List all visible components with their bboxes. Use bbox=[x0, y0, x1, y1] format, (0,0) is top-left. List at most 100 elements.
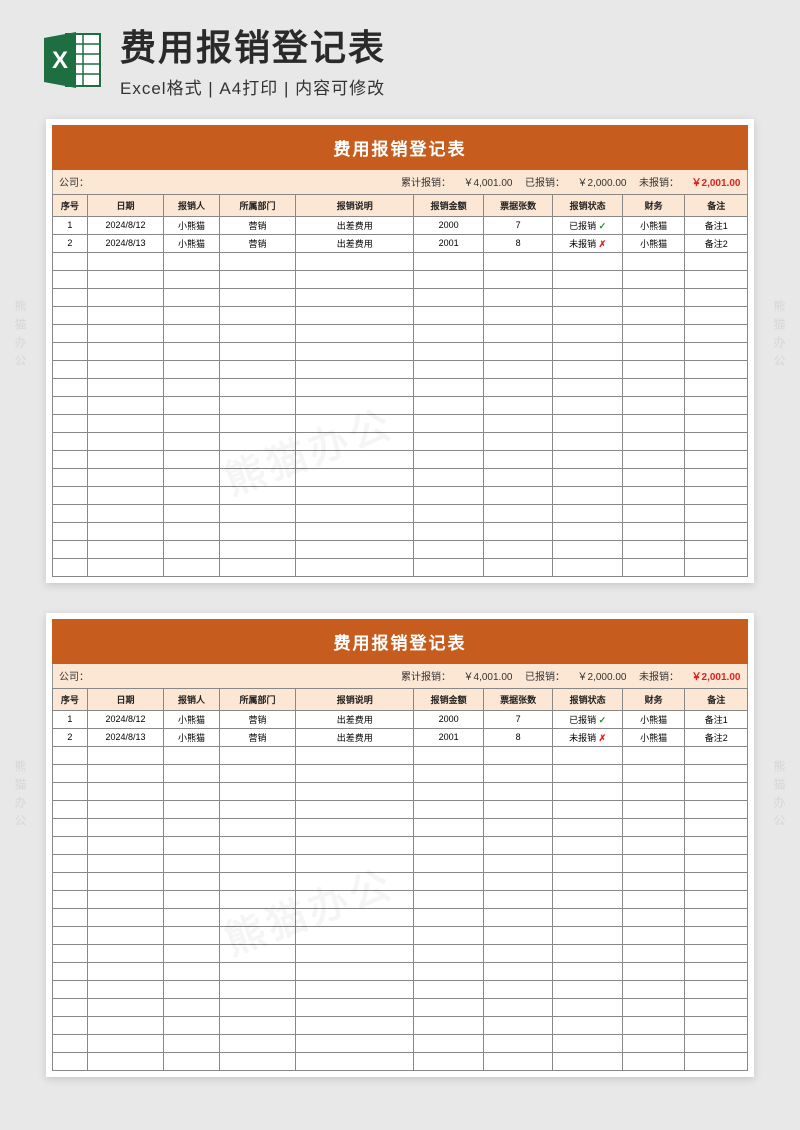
table-cell: 小熊猫 bbox=[164, 728, 220, 746]
table-cell bbox=[685, 342, 748, 360]
table-cell bbox=[164, 944, 220, 962]
table-cell bbox=[296, 324, 414, 342]
table-cell bbox=[685, 486, 748, 504]
table-cell bbox=[622, 378, 685, 396]
total-value: ￥4,001.00 bbox=[457, 174, 519, 189]
table-cell bbox=[553, 764, 623, 782]
table-cell bbox=[553, 468, 623, 486]
table-row bbox=[53, 962, 748, 980]
table-cell bbox=[87, 432, 163, 450]
table-cell bbox=[483, 306, 553, 324]
table-cell bbox=[553, 872, 623, 890]
table-cell bbox=[164, 342, 220, 360]
table-cell bbox=[219, 342, 295, 360]
table-cell bbox=[164, 836, 220, 854]
table-cell bbox=[553, 324, 623, 342]
column-header: 报销说明 bbox=[296, 194, 414, 216]
column-header: 票据张数 bbox=[483, 194, 553, 216]
table-cell bbox=[483, 980, 553, 998]
table-cell bbox=[87, 450, 163, 468]
table-cell bbox=[414, 252, 484, 270]
table-cell bbox=[483, 432, 553, 450]
table-cell bbox=[553, 1052, 623, 1070]
table-cell: 小熊猫 bbox=[622, 710, 685, 728]
table-cell: 小熊猫 bbox=[622, 728, 685, 746]
side-watermark: 熊猫办公 bbox=[12, 300, 29, 372]
table-cell bbox=[164, 378, 220, 396]
table-cell bbox=[87, 414, 163, 432]
table-cell: 备注2 bbox=[685, 728, 748, 746]
table-cell bbox=[622, 908, 685, 926]
column-header: 备注 bbox=[685, 688, 748, 710]
table-row bbox=[53, 908, 748, 926]
table-cell bbox=[296, 486, 414, 504]
table-cell: 小熊猫 bbox=[622, 216, 685, 234]
table-cell bbox=[622, 836, 685, 854]
table-cell bbox=[414, 468, 484, 486]
table-cell bbox=[53, 764, 88, 782]
table-cell: 出差费用 bbox=[296, 710, 414, 728]
table-row bbox=[53, 306, 748, 324]
table-cell bbox=[622, 468, 685, 486]
table-cell bbox=[53, 522, 88, 540]
table-cell bbox=[685, 522, 748, 540]
table-cell bbox=[53, 998, 88, 1016]
table-cell bbox=[622, 306, 685, 324]
table-cell bbox=[553, 486, 623, 504]
table-cell bbox=[53, 378, 88, 396]
table-cell bbox=[53, 818, 88, 836]
table-cell bbox=[483, 926, 553, 944]
table-cell bbox=[553, 998, 623, 1016]
table-row bbox=[53, 944, 748, 962]
table-cell bbox=[414, 396, 484, 414]
table-row: 12024/8/12小熊猫营销出差费用20007已报销小熊猫备注1 bbox=[53, 710, 748, 728]
table-row bbox=[53, 288, 748, 306]
table-cell: 8 bbox=[483, 728, 553, 746]
total-label: 累计报销： bbox=[395, 174, 457, 189]
table-cell bbox=[296, 944, 414, 962]
table-cell bbox=[87, 890, 163, 908]
table-cell bbox=[685, 872, 748, 890]
column-header: 财务 bbox=[622, 688, 685, 710]
table-cell bbox=[483, 270, 553, 288]
table-cell bbox=[53, 414, 88, 432]
table-cell bbox=[622, 746, 685, 764]
table-row bbox=[53, 414, 748, 432]
table-cell bbox=[685, 764, 748, 782]
table-cell: 8 bbox=[483, 234, 553, 252]
page-header: X 费用报销登记表 Excel格式 | A4打印 | 内容可修改 bbox=[0, 0, 800, 119]
table-cell bbox=[685, 252, 748, 270]
table-cell bbox=[219, 486, 295, 504]
table-cell bbox=[414, 1034, 484, 1052]
table-cell bbox=[483, 540, 553, 558]
table-cell bbox=[483, 504, 553, 522]
table-cell bbox=[219, 872, 295, 890]
table-cell bbox=[685, 908, 748, 926]
table-cell bbox=[414, 378, 484, 396]
table-cell bbox=[87, 782, 163, 800]
table-cell bbox=[685, 944, 748, 962]
table-cell bbox=[483, 800, 553, 818]
table-cell bbox=[622, 962, 685, 980]
table-cell bbox=[164, 270, 220, 288]
table-cell: 营销 bbox=[219, 710, 295, 728]
table-cell bbox=[53, 252, 88, 270]
table-cell bbox=[553, 944, 623, 962]
table-cell bbox=[219, 252, 295, 270]
table-cell bbox=[414, 800, 484, 818]
expense-sheet: 费用报销登记表公司：累计报销：￥4,001.00已报销：￥2,000.00未报销… bbox=[46, 119, 754, 583]
table-cell bbox=[553, 908, 623, 926]
table-cell bbox=[219, 818, 295, 836]
column-header: 报销状态 bbox=[553, 194, 623, 216]
table-cell bbox=[622, 270, 685, 288]
table-cell bbox=[219, 450, 295, 468]
table-cell bbox=[164, 306, 220, 324]
table-cell: 出差费用 bbox=[296, 728, 414, 746]
table-cell bbox=[164, 504, 220, 522]
table-cell bbox=[622, 782, 685, 800]
table-cell bbox=[483, 414, 553, 432]
table-cell bbox=[414, 360, 484, 378]
table-cell bbox=[164, 540, 220, 558]
table-cell bbox=[164, 324, 220, 342]
table-cell bbox=[553, 450, 623, 468]
